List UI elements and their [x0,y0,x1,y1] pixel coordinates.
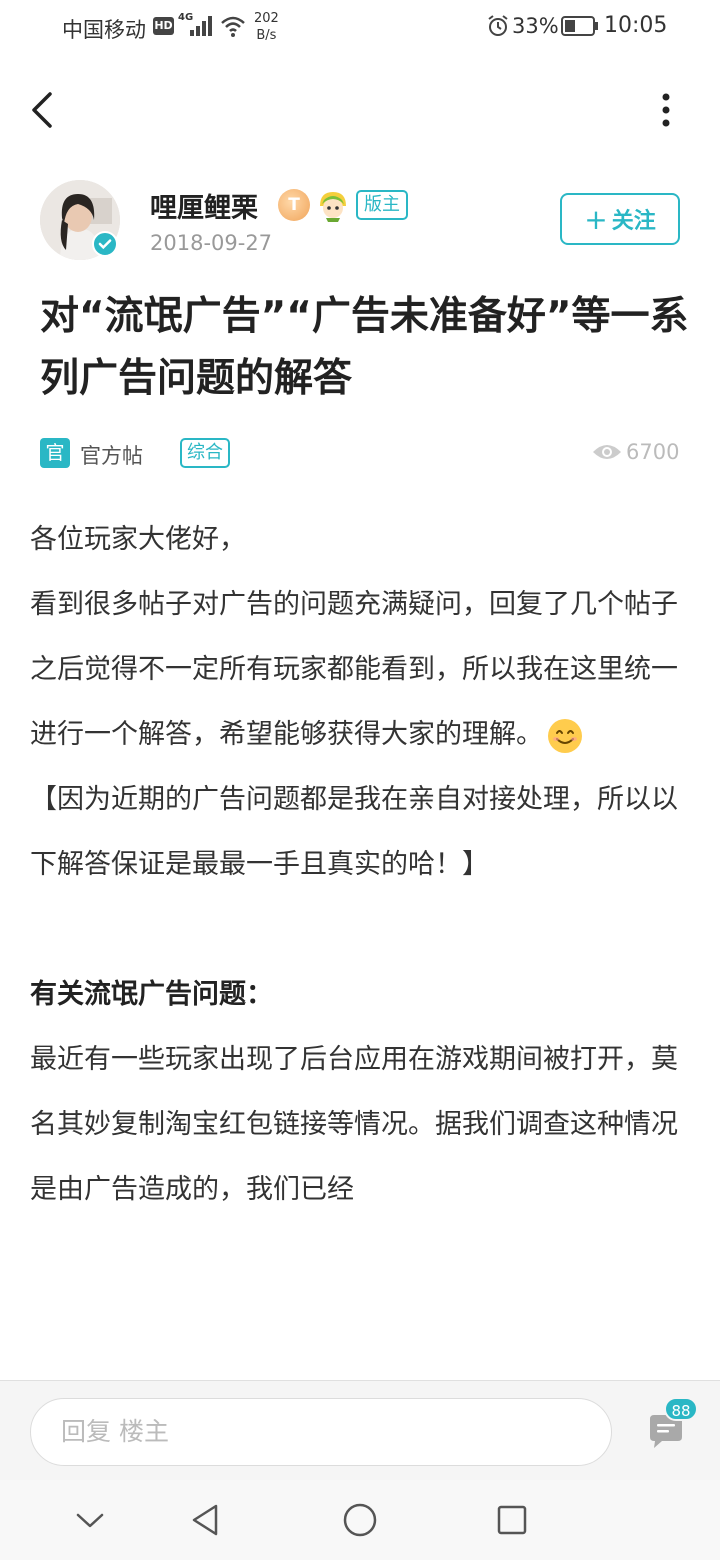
system-nav-bar [0,1480,720,1560]
speed-value: 202 [254,11,279,26]
reply-bar: 回复 楼主 88 [0,1380,720,1480]
official-post-label: 官方帖 [80,444,143,468]
plus-icon: + [584,202,608,236]
verified-icon [92,231,118,257]
more-options-icon[interactable] [652,92,680,128]
section-heading: 有关流氓广告问题： [30,979,273,1010]
clock: 10:05 [604,13,668,38]
wifi-icon [221,16,245,37]
official-icon: 官 [40,438,70,468]
level-badge: T [278,189,310,221]
view-count-value: 6700 [626,440,680,464]
paragraph-greeting: 各位玩家大佬好， [30,524,246,555]
speed-unit: B/s [256,28,277,43]
recents-square-icon[interactable] [492,1500,532,1540]
carrier-label: 中国移动 [62,18,146,42]
signal-icon [190,16,212,36]
paragraph-intro: 看到很多帖子对广告的问题充满疑问，回复了几个帖子之后觉得不一定所有玩家都能看到，… [30,572,690,767]
network-speed: 202 B/s [254,10,279,44]
status-bar: 中国移动 HD 4G 202 B/s 33% 10:05 [0,0,720,56]
section-text: 最近有一些玩家出现了后台应用在游戏期间被打开，莫名其妙复制淘宝红包链接等情况。据… [30,1044,678,1205]
eye-icon [593,445,621,459]
post-title: 对“流氓广告”“广告未准备好”等一系列广告问题的解答 [40,294,689,401]
back-triangle-icon[interactable] [186,1500,226,1540]
view-count: 6700 [592,440,679,464]
follow-button[interactable]: + 关注 [560,193,680,245]
battery-icon [561,16,598,36]
author-name[interactable]: 哩厘鲤栗 [150,186,258,225]
character-medal-icon [320,192,346,222]
topic-tag[interactable]: 综合 [180,438,230,468]
post-body: 各位玩家大佬好， 看到很多帖子对广告的问题充满疑问，回复了几个帖子之后觉得不一定… [30,507,690,1222]
chevron-down-icon[interactable] [70,1500,110,1540]
smile-emoji-icon [548,718,582,753]
alarm-icon [488,15,508,36]
moderator-badge: 版主 [356,190,408,220]
reply-input[interactable]: 回复 楼主 [30,1398,612,1466]
post-date: 2018-09-27 [150,231,273,255]
battery-percent: 33% [512,14,559,38]
paragraph-note: 【因为近期的广告问题都是我在亲自对接处理，所以以下解答保证是最最一手且真实的哈！… [30,784,678,880]
hd-icon: HD [153,17,174,35]
home-circle-icon[interactable] [340,1500,380,1540]
follow-label: 关注 [611,209,656,234]
back-arrow-icon[interactable] [28,90,58,130]
comment-count-badge: 88 [664,1397,698,1421]
